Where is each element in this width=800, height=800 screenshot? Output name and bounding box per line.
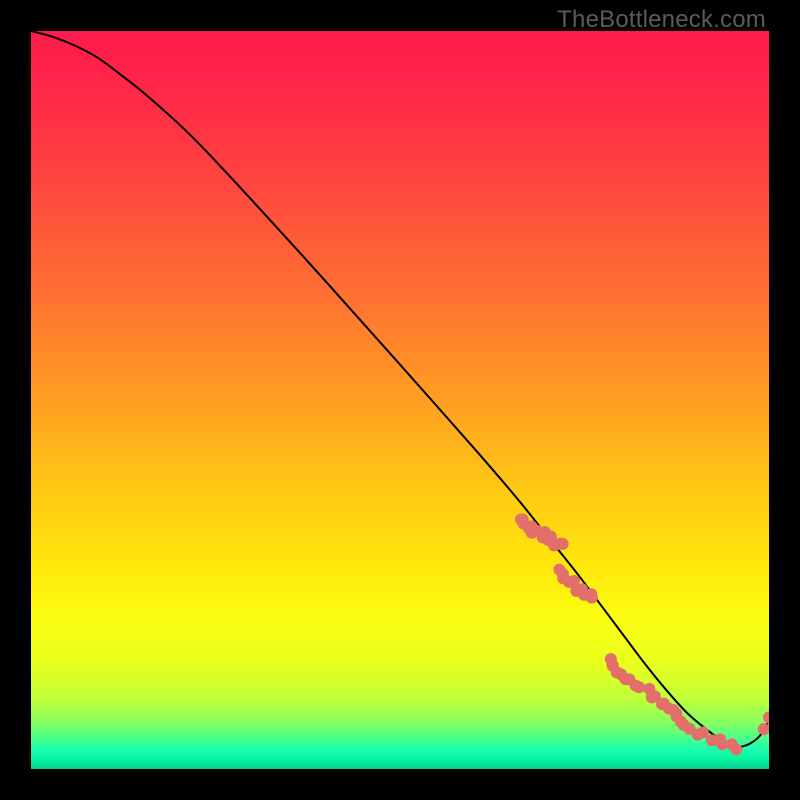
data-marker (763, 711, 769, 723)
data-marker (730, 743, 742, 755)
watermark-text: TheBottleneck.com (557, 6, 766, 34)
data-marker (697, 726, 709, 738)
data-marker (633, 681, 645, 693)
data-marker (758, 723, 769, 735)
plot-area (31, 31, 769, 769)
chart-stage: TheBottleneck.com (0, 0, 800, 800)
data-marker (557, 538, 569, 550)
curve-layer (31, 31, 769, 769)
bottleneck-curve (31, 31, 769, 747)
data-marker (586, 592, 598, 604)
marker-group (515, 513, 769, 755)
